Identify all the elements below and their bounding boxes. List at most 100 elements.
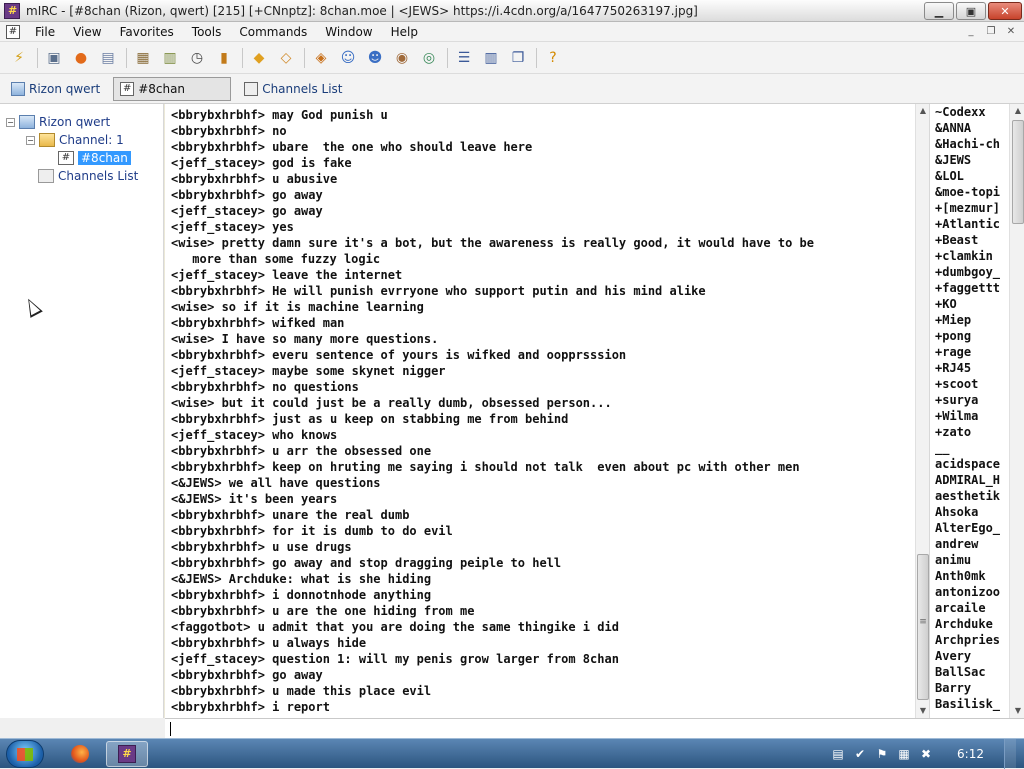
- nick-item[interactable]: +Beast: [935, 232, 1000, 248]
- nick-item[interactable]: +scoot: [935, 376, 1000, 392]
- nick-item[interactable]: +Wilma: [935, 408, 1000, 424]
- nick-item[interactable]: animu: [935, 552, 1000, 568]
- menu-file[interactable]: File: [26, 25, 64, 39]
- scroll-up-arrow-icon[interactable]: ▲: [1011, 104, 1024, 118]
- taskbar-firefox-button[interactable]: [59, 741, 101, 767]
- menu-tools[interactable]: Tools: [183, 25, 231, 39]
- flag-icon[interactable]: ⚑: [874, 746, 890, 762]
- channels-list-icon[interactable]: ▤: [97, 47, 119, 69]
- tree-item-channels-list[interactable]: Channels List: [38, 167, 138, 185]
- online-help-icon[interactable]: ◎: [418, 47, 440, 69]
- colors-icon[interactable]: ▮: [213, 47, 235, 69]
- nick-item[interactable]: +KO: [935, 296, 1000, 312]
- dcc-send-icon[interactable]: ☻: [364, 47, 386, 69]
- chat-scroll-thumb[interactable]: ≡: [917, 554, 929, 700]
- mirc-app-icon[interactable]: [4, 2, 20, 19]
- nick-item[interactable]: acidspace: [935, 456, 1000, 472]
- nick-item[interactable]: +Atlantic: [935, 216, 1000, 232]
- tile-vertical-icon[interactable]: ▥: [480, 47, 502, 69]
- nick-item[interactable]: ~Codexx: [935, 104, 1000, 120]
- nick-item[interactable]: +Miep: [935, 312, 1000, 328]
- tree-item-server[interactable]: − Rizon qwert: [6, 113, 110, 131]
- nick-item[interactable]: Basilisk_: [935, 696, 1000, 712]
- nick-item[interactable]: AlterEgo_: [935, 520, 1000, 536]
- tile-horizontal-icon[interactable]: ☰: [453, 47, 475, 69]
- volume-muted-icon[interactable]: ✖: [918, 746, 934, 762]
- nick-item[interactable]: +faggettt: [935, 280, 1000, 296]
- nick-item[interactable]: &Hachi-ch: [935, 136, 1000, 152]
- nicklist-scrollbar[interactable]: ▲ ▼: [1009, 104, 1024, 718]
- nick-item[interactable]: &LOL: [935, 168, 1000, 184]
- nick-item[interactable]: BallSac: [935, 664, 1000, 680]
- tree-item-channel-group[interactable]: − Channel: 1: [26, 131, 124, 149]
- clock[interactable]: 6:12: [957, 747, 984, 761]
- security-icon[interactable]: ✔: [852, 746, 868, 762]
- maximize-button[interactable]: ▣: [956, 2, 986, 20]
- received-files-icon[interactable]: ◇: [275, 47, 297, 69]
- help-icon[interactable]: ?: [542, 47, 564, 69]
- logs-icon[interactable]: ▥: [159, 47, 181, 69]
- nick-item[interactable]: +rage: [935, 344, 1000, 360]
- nick-list[interactable]: ~Codexx &ANNA &Hachi-ch &JEWS &LOL &moe-topi +…: [929, 104, 1009, 718]
- scroll-down-arrow-icon[interactable]: ▼: [1011, 704, 1024, 718]
- message-input[interactable]: [165, 718, 1024, 738]
- menu-view[interactable]: View: [64, 25, 110, 39]
- nick-item[interactable]: +dumbgoy_: [935, 264, 1000, 280]
- nick-item[interactable]: __: [935, 440, 1000, 456]
- start-button[interactable]: [6, 740, 44, 768]
- nick-item[interactable]: +pong: [935, 328, 1000, 344]
- nick-item[interactable]: &JEWS: [935, 152, 1000, 168]
- timer-icon[interactable]: ◷: [186, 47, 208, 69]
- options-icon[interactable]: ▣: [43, 47, 65, 69]
- nick-item[interactable]: Archduke: [935, 616, 1000, 632]
- minimize-button[interactable]: ▁: [924, 2, 954, 20]
- scroll-down-arrow-icon[interactable]: ▼: [916, 704, 930, 718]
- nick-item[interactable]: +RJ45: [935, 360, 1000, 376]
- nick-item[interactable]: andrew: [935, 536, 1000, 552]
- tree-item-channel[interactable]: # #8chan: [58, 149, 131, 167]
- scroll-up-arrow-icon[interactable]: ▲: [916, 104, 930, 118]
- menu-commands[interactable]: Commands: [230, 25, 316, 39]
- cascade-icon[interactable]: ❐: [507, 47, 529, 69]
- mdi-window-icon[interactable]: #: [6, 24, 20, 39]
- nick-item[interactable]: Ahsoka: [935, 504, 1000, 520]
- menu-help[interactable]: Help: [382, 25, 427, 39]
- show-desktop-button[interactable]: [1004, 739, 1016, 769]
- switchbar-channel-button[interactable]: # #8chan: [113, 76, 232, 101]
- nick-item[interactable]: +zato: [935, 424, 1000, 440]
- nick-item[interactable]: ADMIRAL_H: [935, 472, 1000, 488]
- chat-window[interactable]: <bbrybxhrbhf> may God punish u <bbrybxhrb…: [165, 104, 915, 718]
- switchbar-server-button[interactable]: Rizon qwert: [4, 77, 107, 101]
- title-bar[interactable]: mIRC - [#8chan (Rizon, qwert) [215] [+CN…: [0, 0, 1024, 22]
- nick-item[interactable]: aesthetik: [935, 488, 1000, 504]
- action-center-icon[interactable]: ▤: [830, 746, 846, 762]
- mdi-restore-button[interactable]: ❐: [982, 24, 1000, 40]
- close-button[interactable]: ✕: [988, 2, 1022, 20]
- switchbar-channels-list-button[interactable]: Channels List: [237, 77, 349, 101]
- url-list-icon[interactable]: ◉: [391, 47, 413, 69]
- network-icon[interactable]: ▦: [896, 746, 912, 762]
- tree-expand-icon[interactable]: −: [6, 117, 15, 127]
- scripts-editor-icon[interactable]: ▦: [132, 47, 154, 69]
- notify-icon[interactable]: ◈: [310, 47, 332, 69]
- nicklist-scroll-thumb[interactable]: [1012, 120, 1024, 224]
- send-file-icon[interactable]: ◆: [248, 47, 270, 69]
- tree-expand-icon[interactable]: −: [26, 135, 35, 145]
- taskbar-mirc-button[interactable]: #: [106, 741, 148, 767]
- nick-item[interactable]: Avery: [935, 648, 1000, 664]
- nick-item[interactable]: Anth0mk: [935, 568, 1000, 584]
- nick-item[interactable]: Archpries: [935, 632, 1000, 648]
- mdi-minimize-button[interactable]: _: [962, 24, 980, 40]
- nick-item[interactable]: +clamkin: [935, 248, 1000, 264]
- nick-item[interactable]: +surya: [935, 392, 1000, 408]
- nick-item[interactable]: +[mezmur]: [935, 200, 1000, 216]
- nick-item[interactable]: Barry: [935, 680, 1000, 696]
- dcc-chat-icon[interactable]: ☺: [337, 47, 359, 69]
- nick-item[interactable]: antonizoo: [935, 584, 1000, 600]
- menu-window[interactable]: Window: [316, 25, 381, 39]
- nick-item[interactable]: &ANNA: [935, 120, 1000, 136]
- menu-favorites[interactable]: Favorites: [111, 25, 183, 39]
- nick-item[interactable]: arcaile: [935, 600, 1000, 616]
- mdi-close-button[interactable]: ✕: [1002, 24, 1020, 40]
- address-book-icon[interactable]: ●: [70, 47, 92, 69]
